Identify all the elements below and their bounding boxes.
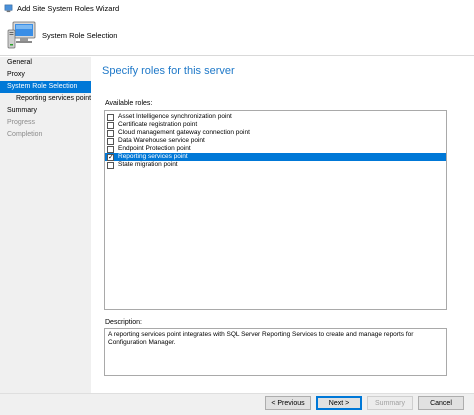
description-text: A reporting services point integrates wi… [108,331,414,346]
nav-item-completion: Completion [7,131,43,138]
role-checkbox-checked[interactable]: ✓ [107,153,114,161]
nav-item-proxy[interactable]: Proxy [0,69,91,81]
role-label: Reporting services point [118,153,188,160]
description-box: A reporting services point integrates wi… [104,328,447,376]
role-item[interactable]: Asset Intelligence synchronization point [105,113,446,121]
summary-button: Summary [367,396,413,410]
cancel-button[interactable]: Cancel [418,396,464,410]
role-item[interactable]: Certificate registration point [105,121,446,129]
role-label: Certificate registration point [118,121,198,128]
wizard-footer: < Previous Next > Summary Cancel [0,393,474,415]
role-checkbox[interactable] [107,161,114,169]
available-roles-label: Available roles: [105,100,153,107]
description-label: Description: [105,319,142,326]
role-label: Cloud management gateway connection poin… [118,129,250,136]
role-checkbox[interactable] [107,121,114,129]
nav-item-reporting-services-point[interactable]: Reporting services point [0,93,91,105]
role-label: State migration point [118,161,178,168]
section-heading: Specify roles for this server [102,65,235,77]
nav-item-progress: Progress [7,119,36,126]
wizard-nav: General Proxy System Role Selection Repo… [0,57,91,393]
nav-item-summary[interactable]: Summary [0,105,91,117]
role-item[interactable]: State migration point [105,161,446,169]
page-title: System Role Selection [42,31,118,40]
role-checkbox[interactable] [107,145,114,153]
role-checkbox[interactable] [107,129,114,137]
role-label: Data Warehouse service point [118,137,205,144]
title-bar: Add Site System Roles Wizard [0,0,474,16]
roles-list[interactable]: Asset Intelligence synchronization point… [104,110,447,310]
previous-button[interactable]: < Previous [265,396,311,410]
computer-icon [7,21,36,49]
window-title: Add Site System Roles Wizard [17,3,120,13]
role-item-selected[interactable]: ✓ Reporting services point [105,153,446,161]
nav-item-system-role-selection[interactable]: System Role Selection [0,81,91,93]
role-checkbox[interactable] [107,113,114,121]
next-button[interactable]: Next > [316,396,362,410]
role-item[interactable]: Cloud management gateway connection poin… [105,129,446,137]
nav-item-general[interactable]: General [0,57,91,69]
role-item[interactable]: Endpoint Protection point [105,145,446,153]
role-checkbox[interactable] [107,137,114,145]
main-content: Specify roles for this server Available … [91,57,462,393]
role-item[interactable]: Data Warehouse service point [105,137,446,145]
wizard-header: System Role Selection [0,16,474,56]
wizard-app-icon [4,4,13,12]
role-label: Asset Intelligence synchronization point [118,113,232,120]
role-label: Endpoint Protection point [118,145,191,152]
